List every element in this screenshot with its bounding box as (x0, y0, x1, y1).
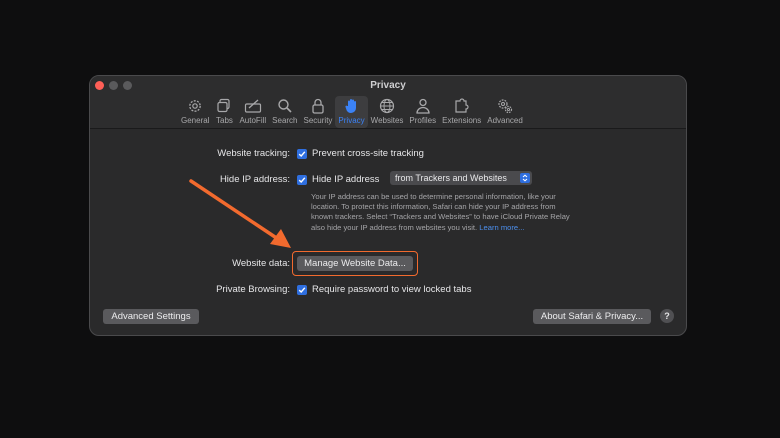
hide-ip-text: Hide IP address (312, 174, 380, 185)
require-password-checkbox[interactable] (297, 285, 307, 295)
checkmark-icon (298, 177, 306, 184)
website-tracking-label: Website tracking: (217, 148, 290, 159)
private-browsing-label: Private Browsing: (216, 284, 290, 295)
tab-general-label: General (181, 116, 210, 125)
tab-privacy[interactable]: Privacy (335, 96, 368, 128)
lock-icon (312, 98, 324, 114)
tab-general[interactable]: General (178, 96, 212, 128)
tab-privacy-label: Privacy (338, 116, 365, 125)
checkmark-icon (298, 151, 306, 158)
gears-icon (498, 99, 513, 114)
tab-autofill-label: AutoFill (239, 116, 267, 125)
tab-search-label: Search (272, 116, 298, 125)
safari-settings-window: Privacy General Tabs AutoFill Search Sec… (89, 75, 687, 336)
preferences-toolbar: General Tabs AutoFill Search Security Pr… (178, 96, 526, 128)
tab-autofill[interactable]: AutoFill (236, 96, 269, 128)
manage-website-data-button[interactable]: Manage Website Data... (297, 256, 413, 271)
tab-profiles[interactable]: Profiles (406, 96, 439, 128)
tab-tabs[interactable]: Tabs (212, 96, 236, 128)
tab-security[interactable]: Security (301, 96, 336, 128)
tab-search[interactable]: Search (269, 96, 300, 128)
tab-security-label: Security (303, 116, 333, 125)
person-icon (416, 98, 430, 114)
help-button[interactable]: ? (660, 309, 674, 323)
tab-profiles-label: Profiles (409, 116, 437, 125)
autofill-icon (244, 99, 261, 113)
about-safari-privacy-button[interactable]: About Safari & Privacy... (533, 309, 651, 324)
require-password-text: Require password to view locked tabs (312, 284, 472, 295)
prevent-tracking-checkbox[interactable] (297, 149, 307, 159)
tab-websites[interactable]: Websites (368, 96, 407, 128)
hide-ip-description-text: Your IP address can be used to determine… (311, 192, 570, 232)
privacy-pane: Website tracking: Prevent cross-site tra… (90, 129, 686, 335)
puzzle-icon (455, 98, 469, 113)
gear-icon (189, 100, 202, 112)
chevron-updown-icon (520, 173, 530, 183)
search-icon (278, 99, 292, 113)
website-data-label: Website data: (232, 258, 290, 269)
tab-extensions[interactable]: Extensions (439, 96, 484, 128)
hide-ip-checkbox[interactable] (297, 175, 307, 185)
prevent-tracking-text: Prevent cross-site tracking (312, 148, 424, 159)
advanced-settings-button[interactable]: Advanced Settings (103, 309, 199, 324)
hide-ip-select[interactable]: from Trackers and Websites (390, 171, 532, 185)
hide-ip-label: Hide IP address: (219, 174, 290, 185)
checkmark-icon (298, 287, 306, 294)
tab-advanced-label: Advanced (487, 116, 523, 125)
title-bar: Privacy General Tabs AutoFill Search Sec… (90, 76, 686, 129)
learn-more-link[interactable]: Learn more... (479, 223, 524, 232)
hand-icon (344, 99, 356, 113)
hide-ip-select-value: from Trackers and Websites (395, 173, 507, 183)
tabs-icon (217, 98, 231, 113)
tab-advanced[interactable]: Advanced (484, 96, 526, 128)
tab-tabs-label: Tabs (216, 116, 233, 125)
tab-extensions-label: Extensions (442, 116, 482, 125)
tab-websites-label: Websites (370, 116, 404, 125)
globe-icon (379, 98, 395, 114)
hide-ip-description: Your IP address can be used to determine… (311, 192, 571, 233)
window-title: Privacy (370, 80, 406, 91)
